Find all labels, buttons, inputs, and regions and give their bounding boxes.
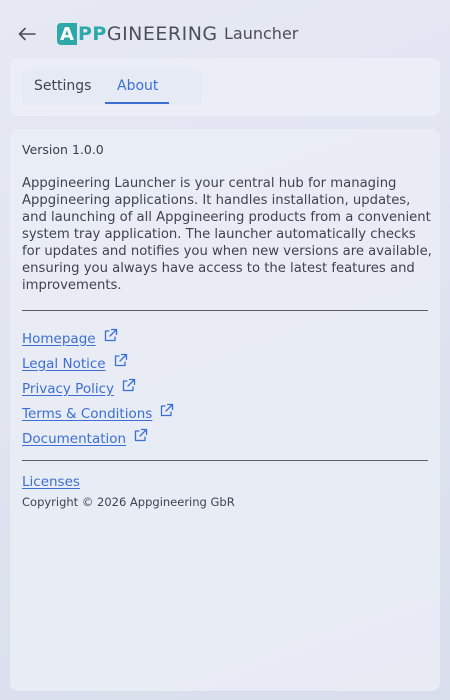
tab-about[interactable]: About [117,78,158,94]
logo-mark: A [57,23,77,45]
legal-notice-link[interactable]: Legal Notice [22,351,174,376]
back-button[interactable] [16,23,38,45]
logo-text: GINEERING [106,23,218,45]
link-label[interactable]: Documentation [22,431,126,447]
about-panel: Version 1.0.0 Appgineering Launcher is y… [10,129,440,691]
tab-bar: Settings About [10,58,440,116]
link-label[interactable]: Privacy Policy [22,381,114,397]
active-tab-indicator [105,102,169,104]
page-title: Launcher [224,24,299,43]
external-link-icon [121,378,136,393]
terms-conditions-link[interactable]: Terms & Conditions [22,401,174,426]
tab-settings[interactable]: Settings [34,78,91,94]
licenses-link[interactable]: Licenses [22,474,80,490]
link-label[interactable]: Homepage [22,331,96,347]
link-label[interactable]: Terms & Conditions [22,406,152,422]
divider [22,310,428,311]
documentation-link[interactable]: Documentation [22,426,174,451]
external-link-icon [159,403,174,418]
arrow-left-icon [18,27,36,41]
version-label: Version 1.0.0 [22,142,104,157]
link-label[interactable]: Legal Notice [22,356,106,372]
external-link-icon [113,353,128,368]
appgineering-logo: A PP GINEERING [57,22,218,46]
divider [22,460,428,461]
copyright-text: Copyright © 2026 Appgineering GbR [22,495,235,509]
description-text: Appgineering Launcher is your central hu… [22,176,432,293]
privacy-policy-link[interactable]: Privacy Policy [22,376,174,401]
homepage-link[interactable]: Homepage [22,326,174,351]
logo-accent: PP [78,23,107,45]
external-link-icon [103,328,118,343]
external-link-icon [133,428,148,443]
links-list: Homepage Legal Notice Privacy Policy Ter… [22,326,174,451]
